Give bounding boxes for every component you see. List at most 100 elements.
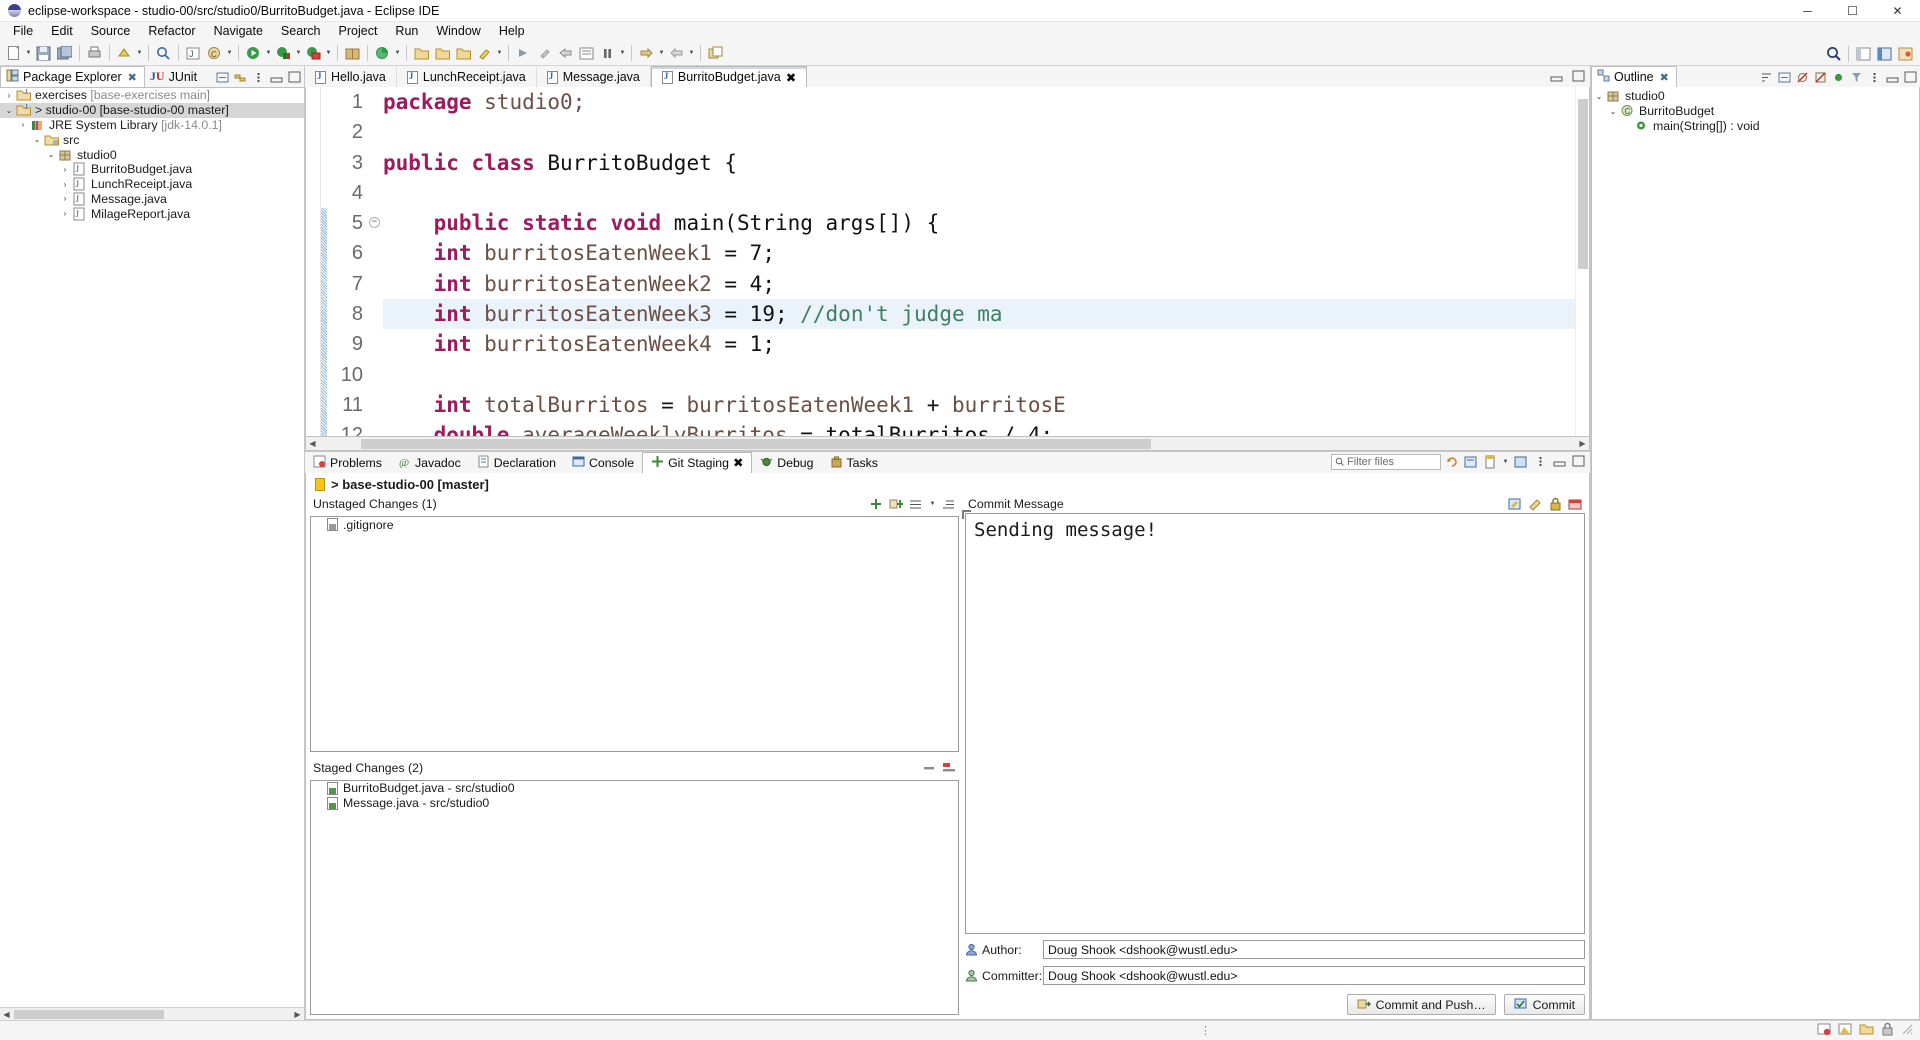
sort-icon[interactable] [1758, 69, 1774, 85]
twisty-icon[interactable]: ⌄ [44, 150, 58, 159]
editor-tab-burritobudget-java[interactable]: BurritoBudget.java ✖ [650, 66, 808, 87]
maximize-button[interactable]: ☐ [1830, 0, 1875, 22]
code-line[interactable] [383, 178, 1575, 208]
twisty-icon[interactable]: › [2, 91, 16, 100]
commit-and-push-button[interactable]: Commit and Push… [1346, 994, 1496, 1015]
tree-item-src[interactable]: ⌄ src [0, 132, 304, 147]
toggle-breadcrumb-icon[interactable] [577, 44, 596, 63]
fold-cell[interactable] [369, 278, 383, 308]
fold-cell[interactable] [369, 308, 383, 338]
twisty-icon[interactable]: › [16, 120, 30, 129]
fold-cell[interactable] [369, 87, 383, 117]
scroll-right-icon[interactable]: ▶ [291, 1010, 304, 1019]
code-editor[interactable]: 1 2 3 4 5 6 7 8 9 10 11 12 − package studio0; publi… [305, 87, 1590, 437]
tree-item-milagereport.java[interactable]: › J MilageReport.java [0, 206, 304, 221]
debug-dropdown-icon[interactable]: ▼ [264, 44, 273, 63]
filter-outline-icon[interactable] [1848, 69, 1864, 85]
bottom-tab-debug[interactable]: Debug [752, 453, 821, 473]
code-line[interactable]: double averageWeeklyBurritos = totalBurr… [383, 420, 1575, 436]
forward-nav-icon[interactable] [637, 44, 656, 63]
code-line[interactable]: int burritosEatenWeek1 = 7; [383, 238, 1575, 268]
close-icon[interactable]: ✖ [786, 70, 796, 85]
fold-collapse-icon[interactable]: − [369, 217, 380, 229]
back-nav-icon[interactable] [667, 44, 686, 63]
editor-vscrollbar[interactable] [1575, 87, 1589, 436]
tree-view-icon[interactable] [941, 496, 957, 512]
pause-dropdown-icon[interactable]: ▼ [618, 44, 627, 63]
outline-item-studio0[interactable]: ⌄ studio0 [1592, 89, 1919, 104]
commit-message-input[interactable]: Sending message! [962, 510, 1585, 934]
coverage-dropdown-icon[interactable]: ▼ [324, 44, 333, 63]
bottom-minimize-icon[interactable] [1551, 454, 1567, 470]
pen-dropdown-icon[interactable]: ▼ [495, 44, 504, 63]
editor-code-area[interactable]: package studio0; public class BurritoBud… [383, 87, 1575, 436]
unstage-selected-icon[interactable] [921, 760, 937, 776]
twisty-icon[interactable]: ⌄ [2, 106, 16, 115]
open-folder-2-icon[interactable] [433, 44, 452, 63]
coverage-icon[interactable] [304, 44, 323, 63]
hide-nonpublic-icon[interactable] [1830, 69, 1846, 85]
editor-tab-hello-java[interactable]: Hello.java [305, 67, 397, 87]
tree-item-studio0[interactable]: ⌄ studio0 [0, 147, 304, 162]
fold-cell[interactable] [369, 399, 383, 429]
bottom-maximize-icon[interactable] [1570, 454, 1586, 470]
editor-tab-lunchreceipt-java[interactable]: LunchReceipt.java [397, 67, 537, 87]
twisty-icon[interactable]: ⌄ [30, 135, 44, 144]
code-line[interactable]: package studio0; [383, 87, 1575, 117]
outline-maximize-icon[interactable] [1902, 69, 1918, 85]
pe-minimize-icon[interactable] [268, 69, 284, 85]
code-line[interactable]: int burritosEatenWeek3 = 19; //don't jud… [383, 299, 1575, 330]
open-perspective-icon[interactable] [1854, 44, 1873, 63]
view-menu-icon[interactable] [250, 69, 266, 85]
highlight-pen-icon[interactable] [475, 44, 494, 63]
collapse-all-outline-icon[interactable] [1776, 69, 1792, 85]
save-all-icon[interactable] [55, 44, 74, 63]
outline-view-menu-icon[interactable] [1866, 69, 1882, 85]
package-explorer-hscrollbar[interactable]: ◀ ▶ [0, 1007, 304, 1020]
refresh-icon[interactable] [1444, 454, 1460, 470]
tree-item-lunchreceipt.java[interactable]: › J LunchReceipt.java [0, 177, 304, 192]
editor-marker-column[interactable] [306, 87, 321, 436]
editor-hscrollbar[interactable]: ◀ ▶ [305, 437, 1590, 451]
search-toolbar-icon[interactable] [154, 44, 173, 63]
menu-source[interactable]: Source [82, 22, 140, 41]
git-icon[interactable] [373, 44, 392, 63]
unstaged-changes-list[interactable]: .gitignore [310, 516, 959, 752]
outline-tree[interactable]: ⌄ studio0 ⌄ C BurritoBudget main(String[]) : … [1591, 87, 1920, 1020]
link-with-editor-icon[interactable] [232, 69, 248, 85]
staged-changes-list[interactable]: BurritoBudget.java - src/studio0 Message.… [310, 779, 959, 1015]
twisty-icon[interactable]: › [58, 180, 72, 189]
fold-cell[interactable] [369, 338, 383, 368]
stage-all-icon[interactable] [888, 496, 904, 512]
close-icon[interactable]: ✖ [1660, 71, 1669, 84]
tree-item-jre-system-library[interactable]: › JRE System Library [jdk-14.0.1] [0, 118, 304, 133]
new-class-icon[interactable]: C [205, 44, 224, 63]
fold-cell[interactable]: − [369, 217, 383, 247]
tree-item-exercises[interactable]: › Jexercises [base-exercises main] [0, 88, 304, 103]
menu-file[interactable]: File [4, 22, 42, 41]
editor-scroll-left-icon[interactable]: ◀ [306, 439, 319, 448]
bottom-tab-tasks[interactable]: Tasks [822, 453, 886, 473]
code-line[interactable]: int totalBurritos = burritosEatenWeek1 +… [383, 390, 1575, 420]
tab-junit[interactable]: JU JUnit [145, 66, 204, 87]
list-view-dropdown-icon[interactable]: ▼ [928, 495, 937, 514]
fold-cell[interactable] [369, 117, 383, 147]
fold-cell[interactable] [369, 247, 383, 277]
menu-run[interactable]: Run [386, 22, 427, 41]
list-view-icon[interactable] [908, 496, 924, 512]
fold-cell[interactable] [369, 148, 383, 178]
editor-fold-column[interactable]: − [369, 87, 383, 436]
sign-commit-icon[interactable] [1547, 496, 1563, 512]
pe-maximize-icon[interactable] [286, 69, 302, 85]
close-button[interactable]: ✕ [1875, 0, 1920, 22]
code-line[interactable]: int burritosEatenWeek2 = 4; [383, 269, 1575, 299]
code-line[interactable]: public static void main(String args[]) { [383, 208, 1575, 238]
menu-edit[interactable]: Edit [42, 22, 82, 41]
git-file-row[interactable]: BurritoBudget.java - src/studio0 [311, 781, 958, 796]
open-folder-3-icon[interactable] [454, 44, 473, 63]
fold-cell[interactable] [369, 429, 383, 436]
build-dropdown-icon[interactable]: ▼ [135, 44, 144, 63]
twisty-icon[interactable]: › [58, 165, 72, 174]
committer-input[interactable]: Doug Shook <dshook@wustl.edu> [1043, 966, 1585, 985]
new-icon[interactable] [4, 44, 23, 63]
